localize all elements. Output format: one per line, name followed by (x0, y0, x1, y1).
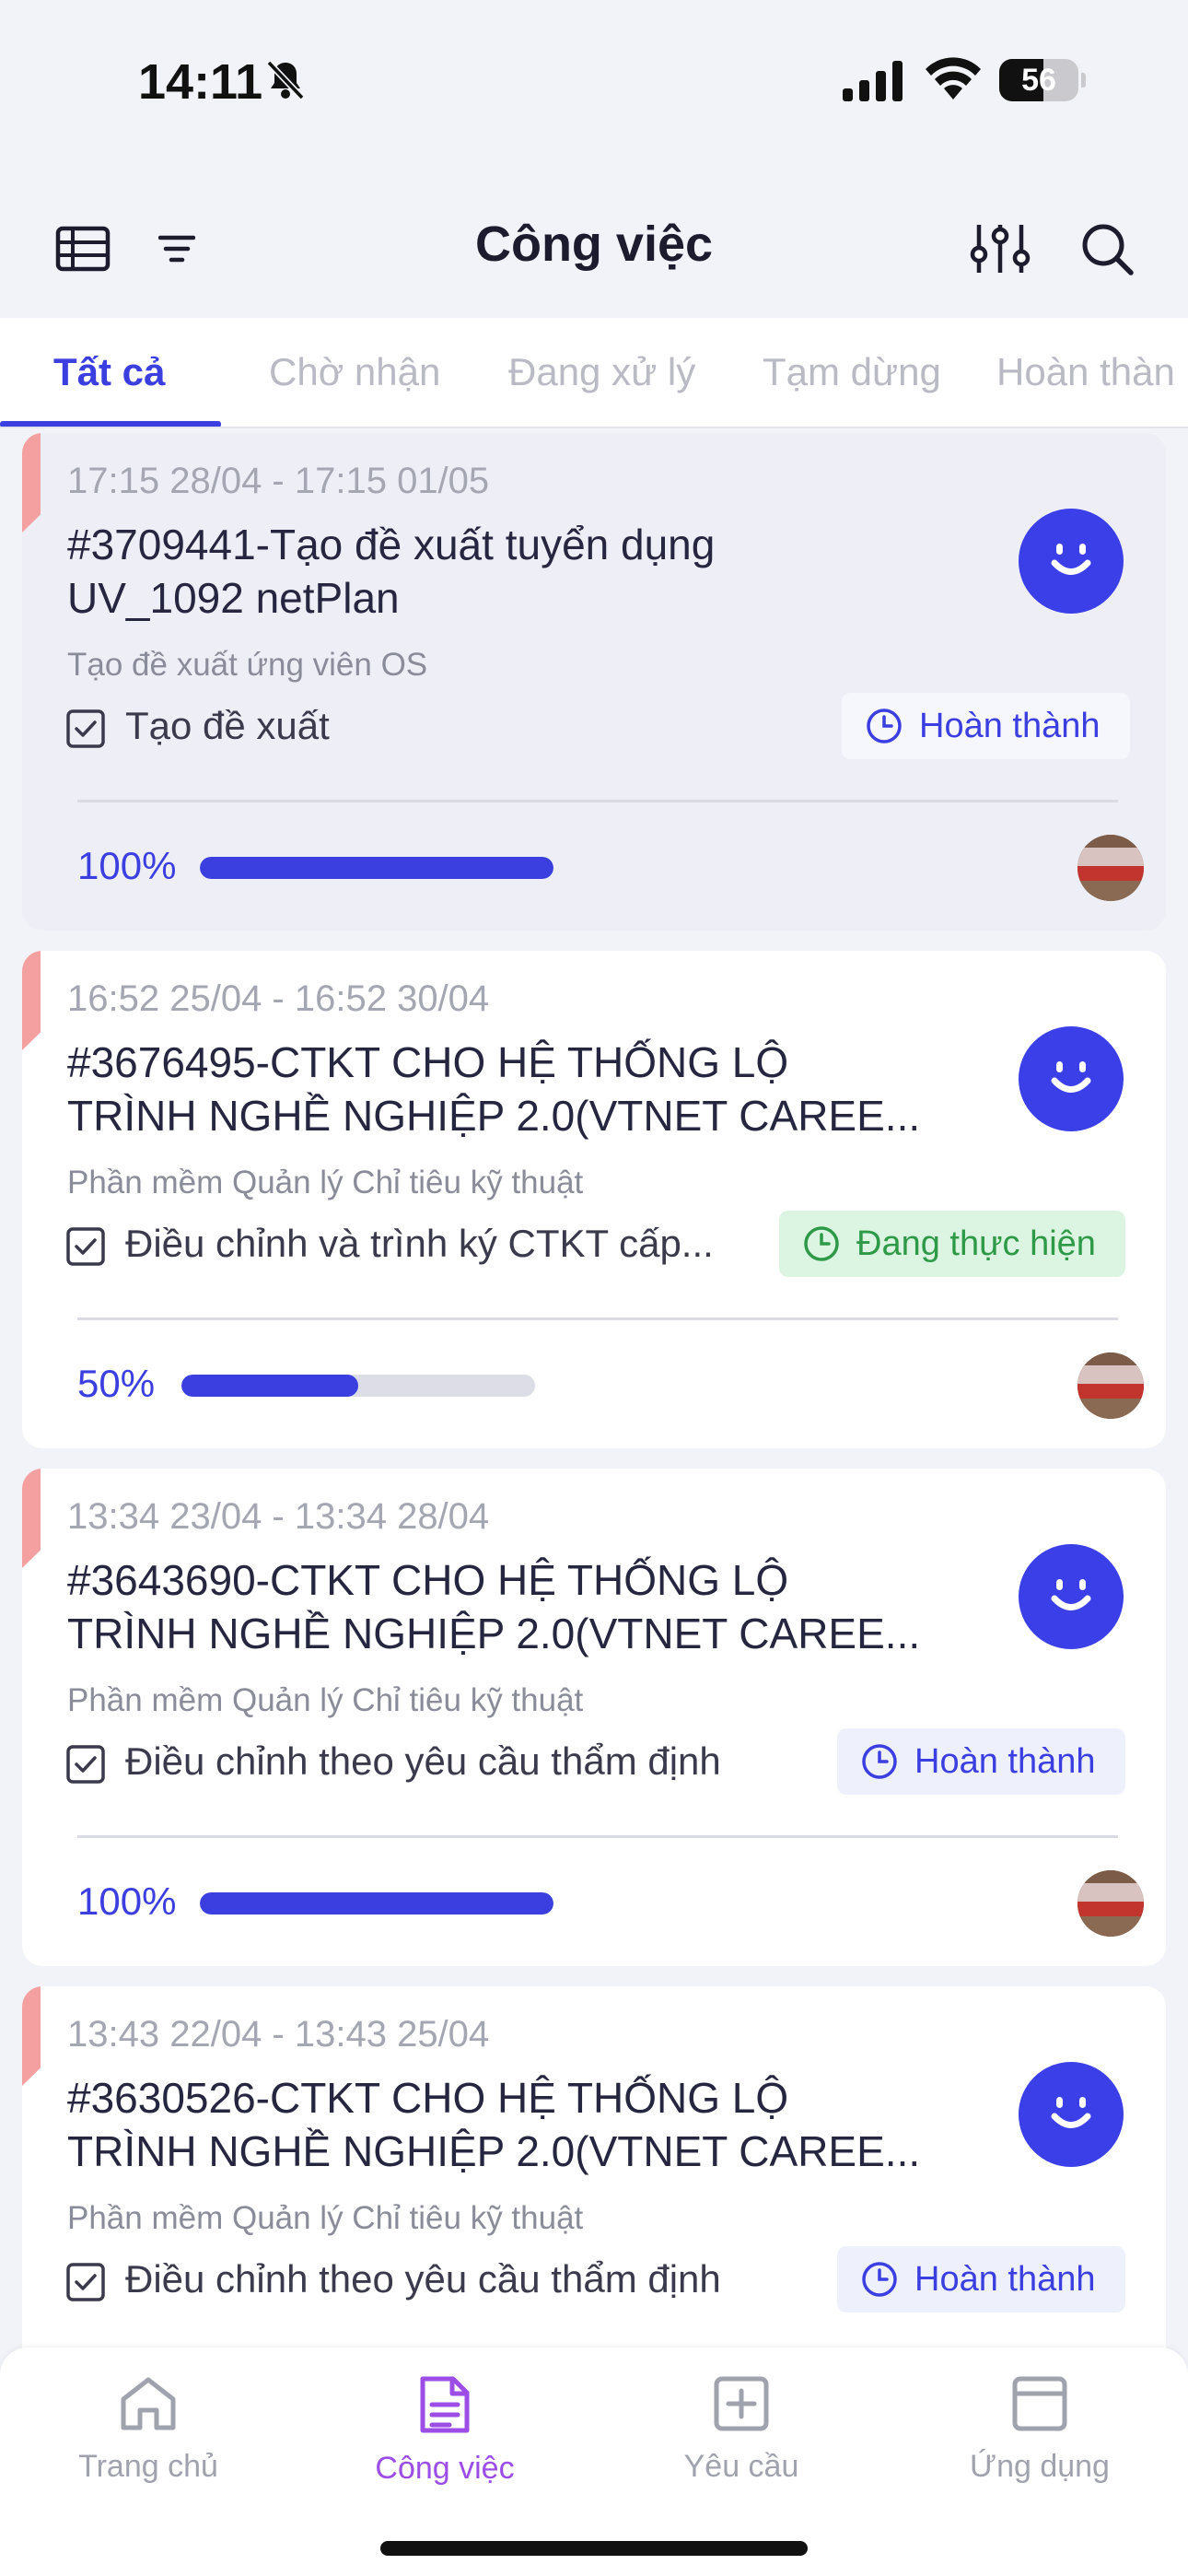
app-window-icon (1012, 2376, 1067, 2431)
divider (77, 1835, 1118, 1838)
nav-tasks[interactable]: Công việc (297, 2375, 593, 2523)
status-text: Hoàn thành (914, 1741, 1096, 1781)
priority-flag (22, 951, 41, 1050)
progress-label: 100% (77, 1879, 177, 1923)
task-subtitle: Phần mềm Quản lý Chỉ tiêu kỹ thuật (67, 1682, 584, 1718)
task-title-line2: UV_1092 netPlan (67, 574, 400, 622)
task-time-range: 16:52 25/04 - 16:52 30/04 (67, 978, 490, 1019)
sliders-icon[interactable] (961, 210, 1039, 287)
progress-fill (181, 1375, 358, 1397)
task-subtitle: Phần mềm Quản lý Chỉ tiêu kỹ thuật (67, 2200, 584, 2236)
document-icon (420, 2376, 470, 2433)
status-badge: Hoàn thành (842, 693, 1130, 759)
task-title-line2: TRÌNH NGHỀ NGHIỆP 2.0(VTNET CAREE... (67, 2127, 921, 2175)
task-title-line2: TRÌNH NGHỀ NGHIỆP 2.0(VTNET CAREE... (67, 1092, 921, 1140)
task-card[interactable]: 16:52 25/04 - 16:52 30/04 #3676495-CTKT … (22, 951, 1166, 1448)
task-time-range: 13:34 23/04 - 13:34 28/04 (67, 1496, 490, 1537)
tab-paused[interactable]: Tạm dừng (763, 318, 941, 427)
progress-bar (200, 1892, 553, 1914)
avatar[interactable] (1077, 835, 1144, 901)
search-icon[interactable] (1068, 210, 1146, 287)
task-card[interactable]: 13:43 22/04 - 13:43 25/04 #3630526-CTKT … (22, 1986, 1166, 2349)
task-time-range: 13:43 22/04 - 13:43 25/04 (67, 2014, 490, 2055)
home-icon (121, 2377, 176, 2430)
task-card[interactable]: 17:15 28/04 - 17:15 01/05 #3709441-Tạo đ… (22, 433, 1166, 931)
task-step: Điều chỉnh theo yêu cầu thẩm định (125, 2257, 721, 2301)
progress-label: 50% (77, 1362, 156, 1405)
nav-home[interactable]: Trang chủ (0, 2375, 297, 2523)
clock-icon (804, 1226, 839, 1261)
wifi-icon (926, 57, 981, 100)
battery-icon: 56 (999, 59, 1086, 101)
task-title-line1: #3676495-CTKT CHO HỆ THỐNG LỘ (67, 1038, 789, 1086)
checkbox-checked-icon (66, 1745, 105, 1784)
task-step: Tạo đề xuất (125, 704, 330, 747)
task-card[interactable]: 13:34 23/04 - 13:34 28/04 #3643690-CTKT … (22, 1469, 1166, 1966)
tab-all[interactable]: Tất cả (53, 318, 165, 427)
divider (77, 800, 1118, 802)
checkbox-checked-icon (66, 1227, 105, 1266)
home-indicator[interactable] (380, 2541, 808, 2556)
task-time-range: 17:15 28/04 - 17:15 01/05 (67, 461, 490, 501)
status-tabs: Tất cả Chờ nhận Đang xử lý Tạm dừng Hoàn… (0, 318, 1188, 428)
battery-level: 56 (1021, 63, 1056, 98)
clock-icon (867, 708, 902, 744)
plus-square-icon (714, 2376, 769, 2431)
tab-completed[interactable]: Hoàn thàn (996, 318, 1175, 427)
nav-apps-label: Ứng dụng (970, 2449, 1110, 2484)
priority-flag (22, 433, 41, 533)
avatar[interactable] (1077, 1870, 1144, 1937)
task-title-line1: #3709441-Tạo đề xuất tuyển dụng (67, 521, 716, 568)
priority-flag (22, 1469, 41, 1568)
tab-waiting[interactable]: Chờ nhận (269, 318, 440, 427)
task-list: 17:15 28/04 - 17:15 01/05 #3709441-Tạo đ… (0, 433, 1188, 2349)
progress-bar (181, 1375, 535, 1397)
nav-home-label: Trang chủ (78, 2449, 218, 2484)
checkbox-checked-icon (66, 709, 105, 748)
bell-slash-icon (266, 60, 305, 100)
status-text: Hoàn thành (914, 2259, 1096, 2299)
nav-apps[interactable]: Ứng dụng (891, 2375, 1188, 2523)
priority-flag (22, 1986, 41, 2086)
checkbox-checked-icon (66, 2263, 105, 2301)
task-title-line1: #3630526-CTKT CHO HỆ THỐNG LỘ (67, 2074, 789, 2122)
progress-fill (200, 1892, 553, 1914)
divider (77, 1317, 1118, 1320)
task-title-line1: #3643690-CTKT CHO HỆ THỐNG LỘ (67, 1556, 789, 1604)
nav-requests-label: Yêu cầu (683, 2449, 799, 2484)
active-tab-indicator (0, 421, 221, 427)
task-subtitle: Tạo đề xuất ứng viên OS (67, 647, 428, 683)
app-header: Công việc (0, 184, 1188, 313)
smiley-face-icon[interactable] (1019, 1026, 1124, 1131)
smiley-face-icon[interactable] (1019, 1544, 1124, 1649)
smiley-face-icon[interactable] (1019, 509, 1124, 614)
nav-tasks-label: Công việc (375, 2451, 515, 2486)
task-step: Điều chỉnh theo yêu cầu thẩm định (125, 1739, 721, 1783)
smiley-face-icon[interactable] (1019, 2062, 1124, 2167)
avatar[interactable] (1077, 1352, 1144, 1419)
progress-label: 100% (77, 844, 177, 887)
tab-processing[interactable]: Đang xử lý (508, 318, 695, 427)
nav-requests[interactable]: Yêu cầu (593, 2375, 890, 2523)
progress-bar (200, 857, 553, 879)
status-text: Đang thực hiện (856, 1224, 1096, 1263)
cellular-signal-icon (843, 61, 903, 101)
status-time: 14:11 (138, 54, 263, 110)
status-badge: Hoàn thành (837, 1728, 1125, 1795)
task-title-line2: TRÌNH NGHỀ NGHIỆP 2.0(VTNET CAREE... (67, 1610, 921, 1657)
clock-icon (862, 2262, 897, 2297)
clock-icon (862, 1744, 897, 1779)
status-bar: 14:11 56 (0, 0, 1188, 166)
status-badge: Hoàn thành (837, 2246, 1125, 2313)
progress-fill (200, 857, 553, 879)
task-step: Điều chỉnh và trình ký CTKT cấp... (125, 1222, 714, 1265)
status-badge: Đang thực hiện (779, 1211, 1125, 1277)
task-subtitle: Phần mềm Quản lý Chỉ tiêu kỹ thuật (67, 1165, 584, 1200)
status-text: Hoàn thành (919, 706, 1101, 745)
